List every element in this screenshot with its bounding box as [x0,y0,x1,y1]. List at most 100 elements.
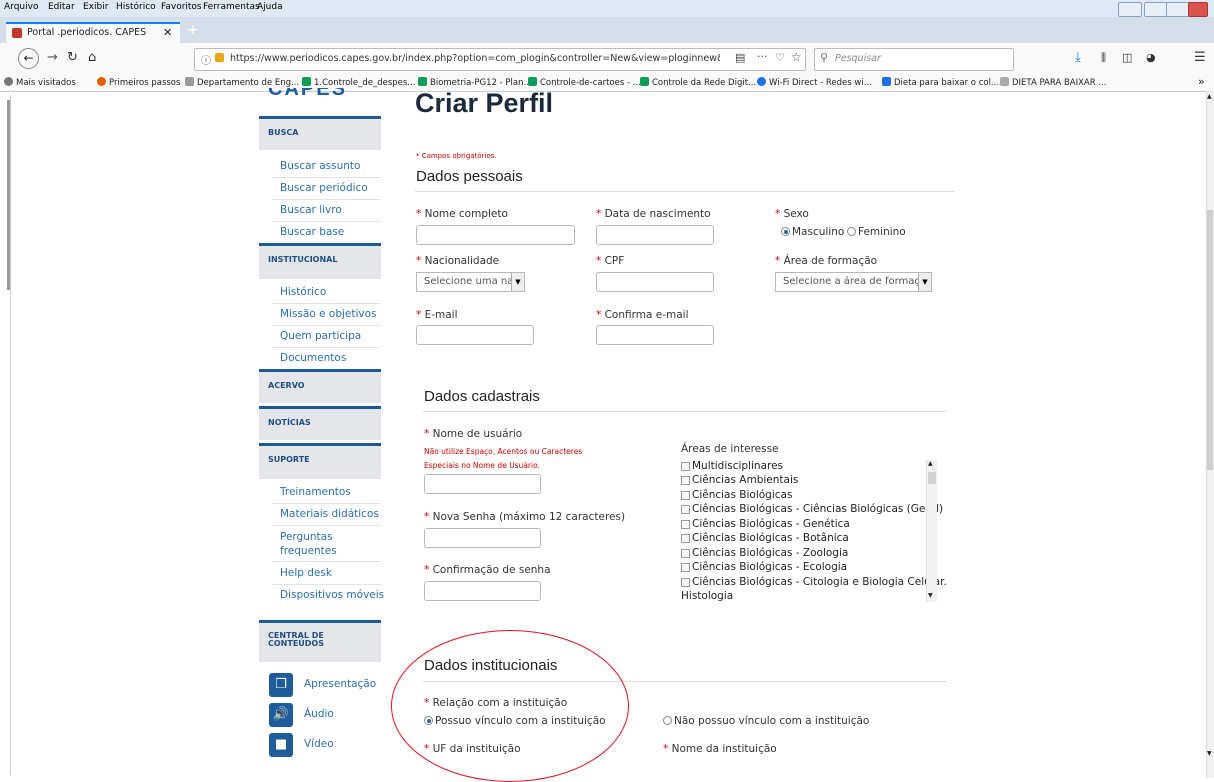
menu-editar[interactable]: Editar [48,2,75,12]
checkbox[interactable] [681,476,690,485]
nacionalidade-select[interactable]: Selecione uma nac ▼ [416,272,525,292]
sidebar-link-quem-participa[interactable]: Quem participa [280,330,361,342]
sidebar-link-buscar-periodico[interactable]: Buscar periódico [280,182,368,194]
area-checkbox-item[interactable]: Ciências Biológicas [681,489,792,501]
email-input[interactable] [416,325,534,345]
scroll-up-icon[interactable]: ▲ [928,460,933,467]
bookmark-item[interactable]: Primeiros passos [97,77,180,88]
checkbox[interactable] [681,578,690,587]
sidebar-link-treinamentos[interactable]: Treinamentos [280,486,351,498]
sidebar-link-perguntas[interactable]: Perguntas frequentes [280,530,350,558]
info-icon[interactable]: ⓘ [201,52,211,67]
sidebar-section-busca[interactable]: BUSCA [259,116,381,150]
tab-close-icon[interactable]: ✕ [163,26,172,39]
menu-exibir[interactable]: Exibir [83,2,108,12]
area-formacao-select[interactable]: Selecione a área de formação ▼ [775,272,932,292]
sidebar-section-central[interactable]: CENTRAL DE CONTEÚDOS [259,620,381,662]
extension-icon[interactable]: ◕ [1146,51,1156,64]
bookmark-item[interactable]: Controle-de-cartoes - ... [528,77,641,88]
open-menu-icon[interactable]: ☰ [1194,50,1206,65]
new-tab-icon[interactable]: + [187,22,199,38]
url-bar[interactable]: ⓘ https://www.periodicos.capes.gov.br/in… [194,48,806,71]
area-checkbox-item[interactable]: Ciências Biológicas - Botânica [681,532,849,544]
area-checkbox-item[interactable]: Ciências Biológicas - Ecologia [681,561,847,573]
sidebar-section-noticias[interactable]: NOTÍCIAS [259,406,381,440]
sidebar-link-documentos[interactable]: Documentos [280,352,346,364]
checkbox[interactable] [681,462,690,471]
more-bookmarks-icon[interactable]: » [1198,75,1205,88]
sidebar-link-missao[interactable]: Missão e objetivos [280,308,377,320]
sidebar-toggle-icon[interactable]: ◫ [1122,51,1132,64]
scroll-down-icon[interactable]: ▼ [928,592,933,599]
confirm-password-input[interactable] [424,581,541,601]
confirma-email-input[interactable] [596,325,714,345]
download-icon[interactable]: ⤓ [1075,50,1081,65]
menu-favoritos[interactable]: Favoritos [161,2,202,12]
library-icon[interactable]: ⫼ [1101,51,1106,65]
checkbox[interactable] [681,505,690,514]
area-checkbox-item[interactable]: Ciências Ambientais [681,474,798,486]
area-checkbox-item[interactable]: Ciências Biológicas - Zoologia [681,547,848,559]
sidebar-link-buscar-base[interactable]: Buscar base [280,226,344,238]
speaker-icon[interactable]: 🔊 [269,703,293,727]
cpf-input[interactable] [596,272,714,292]
bookmark-item[interactable]: DIETA PARA BAIXAR ... [1000,77,1106,88]
scroll-up-icon[interactable]: ▲ [1207,93,1212,100]
checkbox[interactable] [681,534,690,543]
sidebar-link-historico[interactable]: Histórico [280,286,326,298]
bookmark-item[interactable]: Dieta para baixar o col... [882,77,999,88]
home-icon[interactable]: ⌂ [88,50,96,65]
areas-scroll-thumb[interactable] [928,472,936,484]
sidebar-link-help-desk[interactable]: Help desk [280,567,332,579]
area-checkbox-item[interactable]: Ciências Biológicas - Ciências Biológica… [681,503,943,515]
menu-arquivo[interactable]: Arquivo [4,2,38,12]
browser-tab[interactable]: Portal .periodicos. CAPES ✕ [6,22,180,45]
sidebar-section-institucional[interactable]: INSTITUCIONAL [259,243,381,279]
checkbox[interactable] [681,549,690,558]
media-link-video[interactable]: Vídeo [304,738,334,750]
areas-scrollbar[interactable]: ▲ ▼ [926,460,937,602]
search-bar[interactable]: ⚲ Pesquisar [814,48,1014,71]
sidebar-link-materiais[interactable]: Materiais didáticos [280,508,379,520]
menu-ajuda[interactable]: Ajuda [257,2,283,12]
slides-icon[interactable]: ❐ [269,673,293,697]
page-actions-icon[interactable]: ··· [757,50,768,63]
reload-icon[interactable]: ↻ [67,50,78,65]
bookmark-item[interactable]: Biometria-PG12 - Plan... [418,77,532,88]
bookmark-star-icon[interactable]: ☆ [791,50,802,64]
forward-icon[interactable]: → [47,50,58,65]
radio-feminino[interactable]: Feminino [847,226,906,238]
scroll-down-icon[interactable]: ▼ [1207,750,1212,757]
media-link-audio[interactable]: Áudio [304,708,334,720]
close-window-button[interactable] [1188,2,1208,17]
sidebar-link-buscar-livro[interactable]: Buscar livro [280,204,342,216]
checkbox[interactable] [681,520,690,529]
data-nascimento-input[interactable] [596,225,714,245]
lock-warning-icon[interactable] [215,53,224,62]
minimize-button[interactable] [1144,2,1168,17]
radio-masculino[interactable]: Masculino [781,226,844,238]
page-scroll-thumb[interactable] [1207,210,1213,470]
menu-historico[interactable]: Histórico [116,2,156,12]
sidebar-section-acervo[interactable]: ACERVO [259,369,381,403]
area-checkbox-item[interactable]: Multidisciplinares [681,460,783,472]
password-input[interactable] [424,528,541,548]
pocket-icon[interactable]: ♡ [775,51,785,64]
capes-logo[interactable]: CAPES [268,88,378,104]
menu-ferramentas[interactable]: Ferramentas [203,2,260,12]
area-checkbox-item[interactable]: Ciências Biológicas - Genética [681,518,850,530]
checkbox[interactable] [681,563,690,572]
bookmark-item[interactable]: 1.Controle_de_despes... [302,77,415,88]
media-link-apresentacao[interactable]: Apresentação [304,678,376,690]
area-checkbox-item[interactable]: Ciências Biológicas - Citologia e Biolog… [681,576,947,588]
bookmark-item[interactable]: Controle da Rede Digit... [640,77,756,88]
nome-completo-input[interactable] [416,225,575,245]
back-icon[interactable]: ← [18,48,39,69]
bookmark-item[interactable]: Departamento de Eng... [185,77,299,88]
bookmark-item[interactable]: Mais visitados [4,77,76,88]
sidebar-section-suporte[interactable]: SUPORTE [259,443,381,479]
reader-view-icon[interactable]: ▤ [735,51,745,64]
bookmark-item[interactable]: Wi-Fi Direct - Redes wi... [757,77,872,88]
checkbox[interactable] [681,491,690,500]
restore-icon[interactable] [1118,2,1142,17]
